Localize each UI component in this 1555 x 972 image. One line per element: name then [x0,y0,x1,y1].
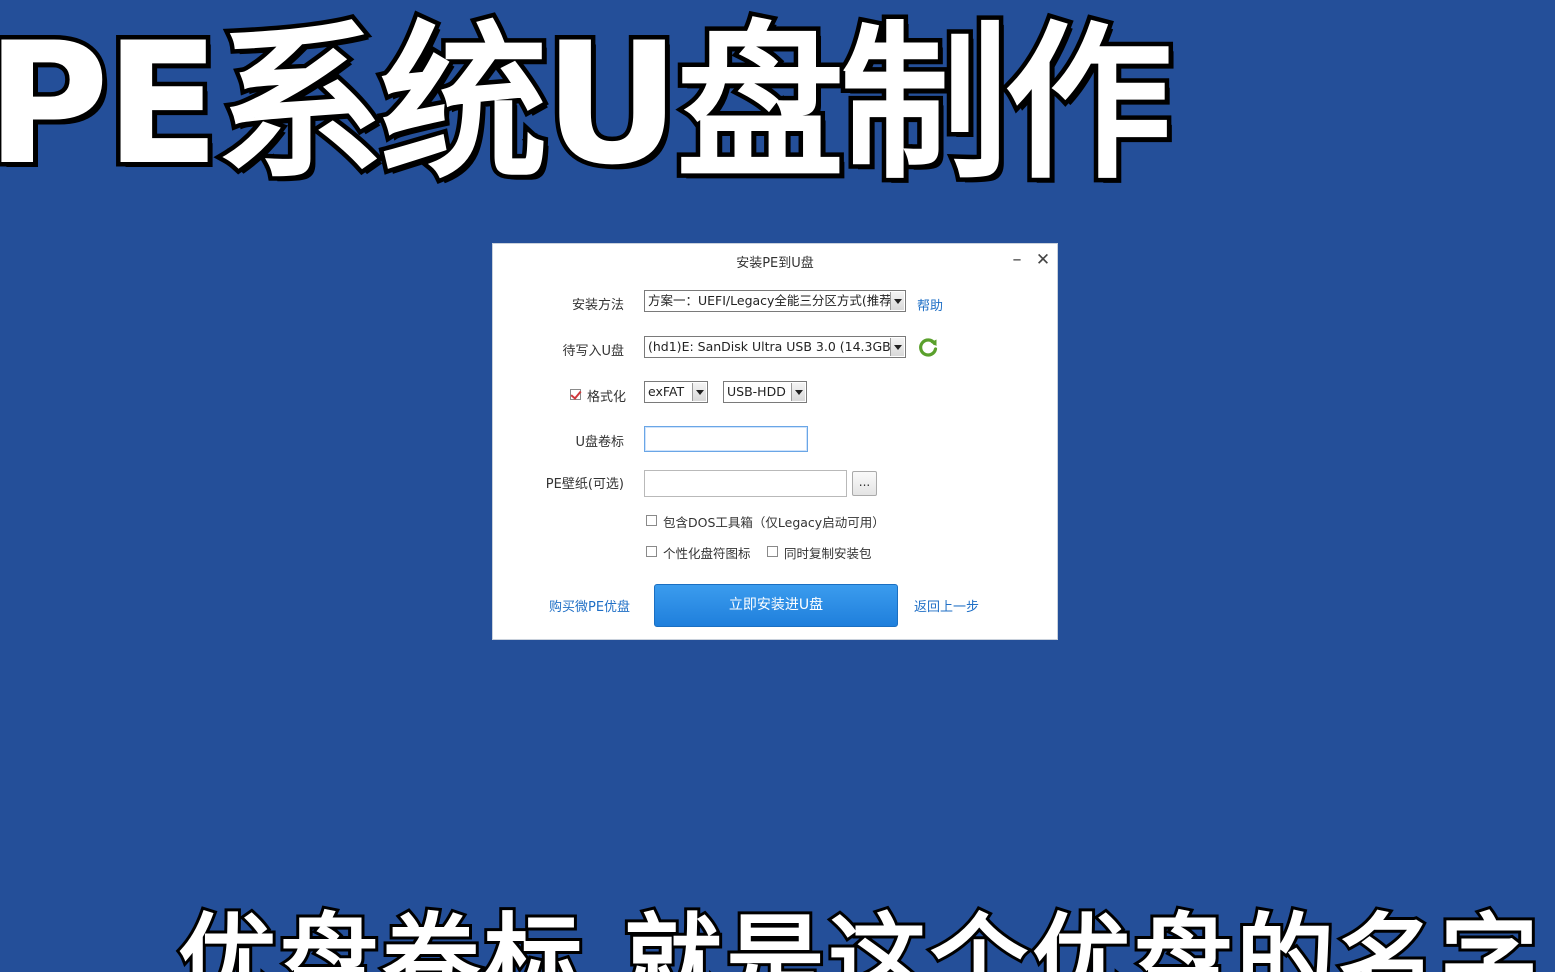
format-label: 格式化 [587,390,627,405]
overlay-title: PE系统U盘制作 [0,6,1177,202]
personalize-icon-label: 个性化盘符图标 [663,546,751,561]
wallpaper-label: PE壁纸(可选) [545,477,624,492]
copy-installer-label: 同时复制安装包 [784,546,872,561]
chevron-down-icon [791,383,805,401]
personalize-icon-checkbox[interactable] [646,546,657,557]
video-frame: PE系统U盘制作 安装PE到U盘 – ✕ 安装方法 方案一：UEFI/Legac… [0,0,1555,972]
volume-label-label: U盘卷标 [575,435,624,450]
include-dos-label: 包含DOS工具箱（仅Legacy启动可用） [663,515,885,530]
boot-mode-select[interactable]: USB-HDD [723,381,807,403]
wallpaper-path-input[interactable] [644,470,847,497]
copy-installer-checkbox[interactable] [767,546,778,557]
buy-link[interactable]: 购买微PE优盘 [549,596,630,615]
target-disk-select[interactable]: (hd1)E: SanDisk Ultra USB 3.0 (14.3GB) [644,336,906,358]
install-method-value: 方案一：UEFI/Legacy全能三分区方式(推荐) [648,293,897,308]
chevron-down-icon [692,383,706,401]
refresh-icon[interactable] [917,336,939,358]
close-button[interactable]: ✕ [1032,248,1054,272]
target-disk-label: 待写入U盘 [562,344,624,359]
filesystem-select[interactable]: exFAT [644,381,708,403]
install-pe-dialog: 安装PE到U盘 – ✕ 安装方法 方案一：UEFI/Legacy全能三分区方式(… [492,243,1058,640]
install-method-label: 安装方法 [571,298,624,313]
boot-mode-value: USB-HDD [727,384,786,399]
format-checkbox[interactable] [570,389,581,400]
volume-label-input[interactable] [644,426,808,452]
chevron-down-icon [890,292,904,310]
filesystem-value: exFAT [648,384,685,399]
overlay-subtitle: 优盘卷标 就是这个优盘的名字 [175,904,1543,972]
back-link[interactable]: 返回上一步 [914,596,979,615]
help-link[interactable]: 帮助 [917,295,943,314]
chevron-down-icon [890,338,904,356]
install-method-select[interactable]: 方案一：UEFI/Legacy全能三分区方式(推荐) [644,290,906,312]
dialog-title: 安装PE到U盘 [736,256,814,271]
install-button[interactable]: 立即安装进U盘 [654,584,898,627]
minimize-button[interactable]: – [1006,248,1028,272]
browse-button[interactable]: ... [852,471,877,496]
include-dos-checkbox[interactable] [646,515,657,526]
target-disk-value: (hd1)E: SanDisk Ultra USB 3.0 (14.3GB) [648,339,896,354]
